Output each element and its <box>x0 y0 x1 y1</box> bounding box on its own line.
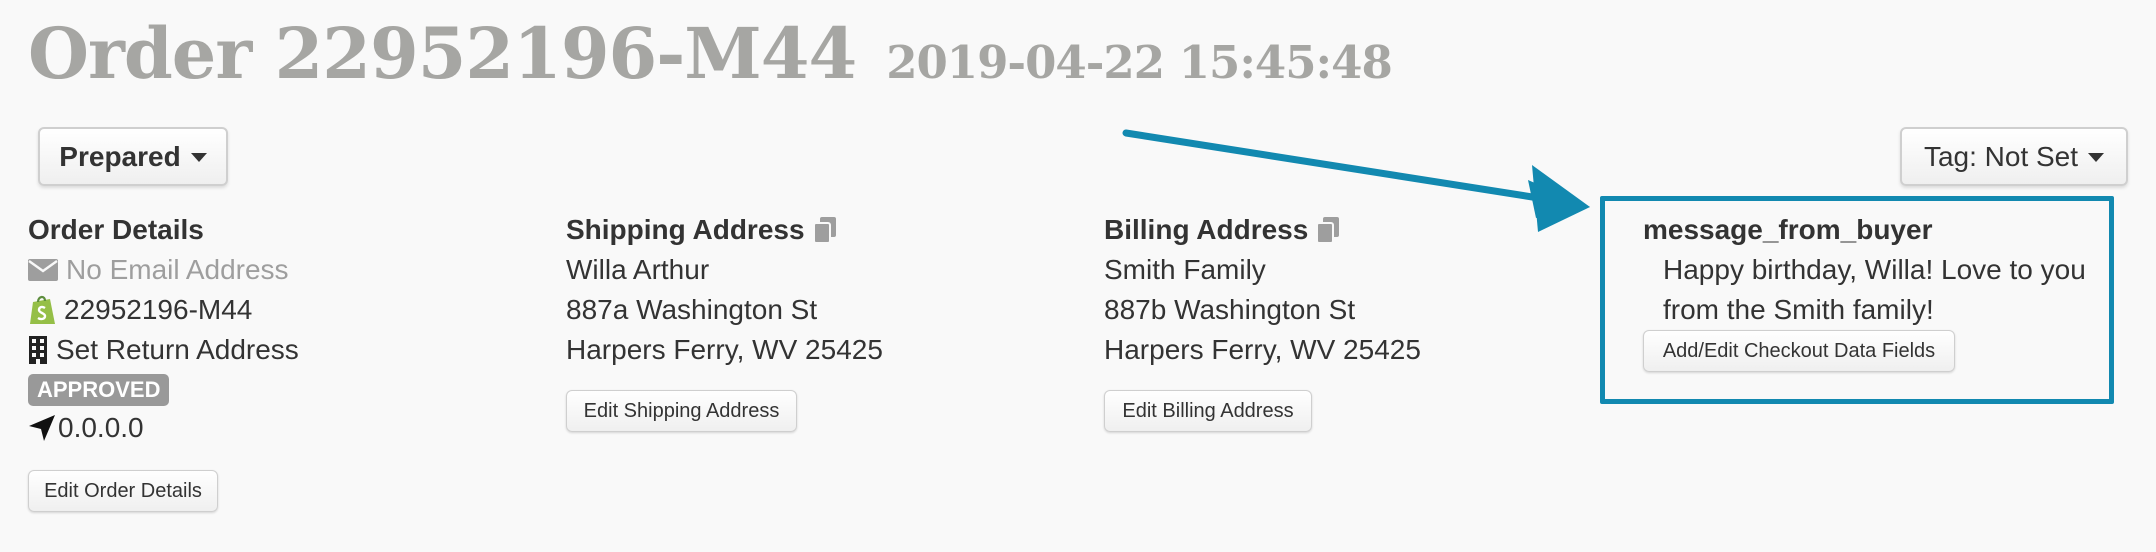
order-status-dropdown[interactable]: Prepared <box>38 127 228 186</box>
shipping-address-heading-row: Shipping Address <box>566 210 883 250</box>
shipping-city-state-zip: Harpers Ferry, WV 25425 <box>566 334 883 365</box>
edit-billing-address-label: Edit Billing Address <box>1122 399 1294 422</box>
copy-billing-icon[interactable] <box>1316 216 1340 244</box>
edit-billing-address-button[interactable]: Edit Billing Address <box>1104 390 1312 432</box>
shopify-icon <box>28 294 56 326</box>
envelope-icon <box>28 259 58 281</box>
return-address-link[interactable]: Set Return Address <box>56 330 299 370</box>
ip-address: 0.0.0.0 <box>58 412 144 443</box>
ip-address-row: 0.0.0.0 <box>28 410 299 446</box>
order-details-heading: Order Details <box>28 214 204 245</box>
copy-shipping-icon[interactable] <box>812 216 837 244</box>
order-details-section: Order Details No Email Address 22952196-… <box>28 210 299 446</box>
billing-name: Smith Family <box>1104 254 1266 285</box>
approved-status-badge: APPROVED <box>28 374 170 406</box>
email-row: No Email Address <box>28 250 299 290</box>
caret-down-icon <box>190 153 207 162</box>
annotation-highlight-box <box>1600 196 2114 404</box>
tag-dropdown[interactable]: Tag: Not Set <box>1900 127 2128 186</box>
tag-label: Tag: Not Set <box>1923 140 2079 172</box>
edit-order-details-button[interactable]: Edit Order Details <box>28 470 218 512</box>
store-order-id: 22952196-M44 <box>64 294 253 325</box>
billing-address-heading-row: Billing Address <box>1104 210 1421 250</box>
order-title: Order 22952196-M44 <box>28 12 857 95</box>
edit-order-details-label: Edit Order Details <box>44 479 202 502</box>
edit-shipping-address-label: Edit Shipping Address <box>583 399 780 422</box>
billing-address-section: Billing Address Smith Family 887b Washin… <box>1104 210 1421 370</box>
edit-shipping-address-button[interactable]: Edit Shipping Address <box>566 390 797 432</box>
building-icon <box>28 335 48 365</box>
store-order-row: 22952196-M44 <box>28 290 299 330</box>
billing-city-state-zip: Harpers Ferry, WV 25425 <box>1104 334 1421 365</box>
page-header: Order 22952196-M44 2019-04-22 15:45:48 <box>28 12 1393 100</box>
caret-down-icon <box>2088 153 2105 162</box>
return-address-row[interactable]: Set Return Address <box>28 330 299 370</box>
order-datetime: 2019-04-22 15:45:48 <box>886 36 1393 89</box>
shipping-address-heading: Shipping Address <box>566 214 805 245</box>
order-status-label: Prepared <box>59 140 181 172</box>
billing-address-heading: Billing Address <box>1104 214 1309 245</box>
email-text: No Email Address <box>66 254 289 285</box>
location-arrow-icon <box>28 414 56 442</box>
badge-row: APPROVED <box>28 370 299 410</box>
shipping-address-section: Shipping Address Willa Arthur 887a Washi… <box>566 210 883 370</box>
shipping-street: 887a Washington St <box>566 294 818 325</box>
shipping-name: Willa Arthur <box>566 254 710 285</box>
billing-street: 887b Washington St <box>1104 294 1356 325</box>
